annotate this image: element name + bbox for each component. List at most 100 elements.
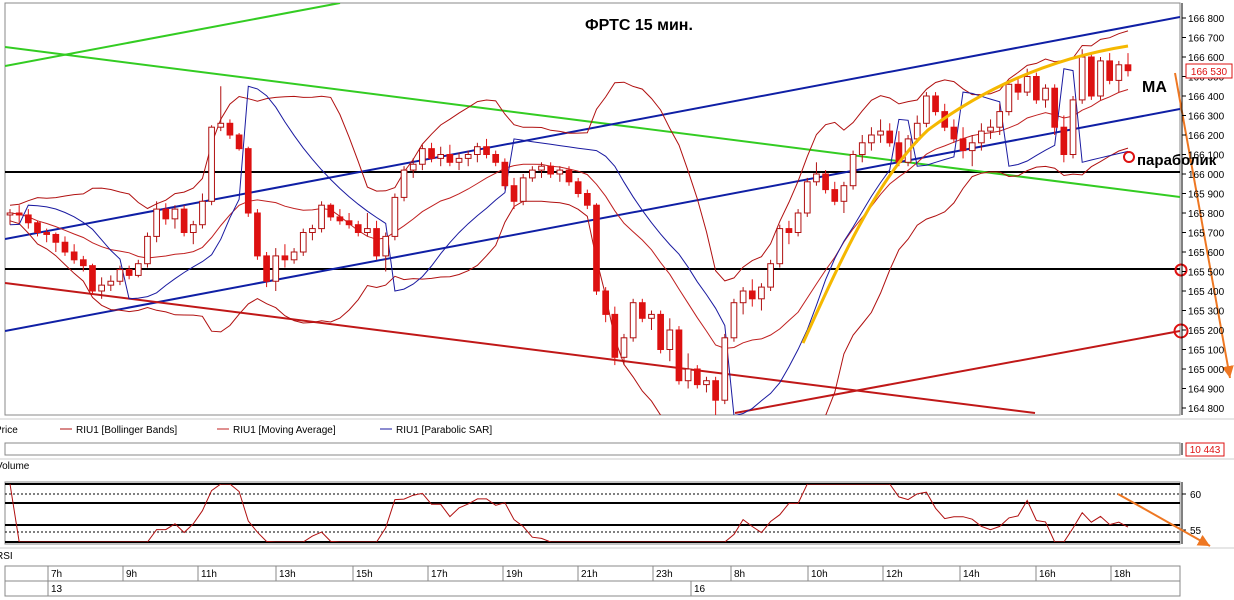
candle-bull [629, 302, 637, 339]
candle-bear [748, 290, 756, 300]
candle-bear [24, 214, 32, 224]
candle-bear [574, 181, 582, 195]
candle-bear [327, 204, 335, 218]
candle-bull [144, 235, 151, 265]
candle-bull [419, 148, 426, 165]
candle-bull [794, 212, 802, 233]
candle-bear [254, 212, 261, 257]
candle-bull [116, 269, 124, 282]
candle-bull [455, 157, 463, 163]
candle-bull [134, 263, 142, 276]
legend-bollinger: RIU1 [Bollinger Bands] [76, 425, 177, 436]
candle-bull [107, 280, 115, 286]
time-hour-label: 12h [886, 569, 903, 580]
candle-bull [400, 169, 408, 198]
candle-bull [1042, 87, 1049, 101]
candle-bull [309, 228, 316, 234]
candle-bull [217, 122, 225, 128]
candle-bull [684, 368, 692, 382]
time-hour-label: 21h [581, 569, 598, 580]
candle-bear [657, 313, 664, 350]
candle-bear [1124, 64, 1132, 72]
legend-bar: Price RIU1 [Bollinger Bands] RIU1 [Movin… [0, 418, 1234, 436]
candle-bull [868, 134, 875, 144]
candle-bear [583, 193, 591, 206]
price-tick-label: 165 400 [1188, 287, 1225, 298]
candle-bull [208, 126, 215, 202]
candle-bear [125, 269, 133, 276]
price-tick-label: 166 300 [1188, 112, 1225, 123]
time-hour-label: 7h [51, 569, 62, 580]
candle-bull [858, 142, 866, 156]
candle-bull [1078, 56, 1086, 101]
volume-label: Volume [0, 461, 30, 472]
candle-bear [638, 302, 646, 319]
candle-bear [336, 216, 344, 222]
price-tick-label: 165 500 [1188, 268, 1225, 279]
candle-bear [263, 255, 270, 282]
candle-bear [483, 146, 490, 155]
candle-bear [886, 130, 894, 144]
candle-bear [785, 228, 793, 234]
candle-bear [822, 173, 829, 191]
candle-bear [611, 313, 619, 358]
candle-bear [43, 232, 50, 235]
candle-bull [877, 130, 884, 136]
rsi-tick-60: 60 [1190, 490, 1202, 501]
candle-bear [70, 251, 78, 261]
time-hour-label: 10h [811, 569, 828, 580]
time-hour-label: 19h [506, 569, 523, 580]
candle-bull [721, 337, 729, 401]
candle-bear [602, 290, 609, 315]
candle-bull [1069, 99, 1077, 155]
time-hour-label: 17h [431, 569, 448, 580]
price-tick-label: 166 700 [1188, 34, 1225, 45]
candle-bull [299, 232, 307, 253]
candle-bull [620, 337, 628, 358]
candle-bull [290, 251, 298, 261]
price-tick-label: 165 000 [1188, 365, 1225, 376]
candle-bull [996, 111, 1004, 128]
candle-bull [1005, 83, 1013, 113]
time-day-label: 16 [694, 584, 706, 595]
candle-bull [968, 142, 976, 152]
price-tick-label: 166 200 [1188, 131, 1225, 142]
candle-bull [437, 154, 445, 159]
candle-bear [89, 265, 96, 292]
candle-bear [446, 154, 454, 163]
price-tick-label: 165 700 [1188, 229, 1225, 240]
price-tick-label: 164 900 [1188, 385, 1225, 396]
time-hour-label: 23h [656, 569, 673, 580]
candle-bear [345, 220, 353, 226]
candle-bear [1106, 60, 1114, 81]
price-tick-label: 166 800 [1188, 14, 1225, 25]
candle-bear [1060, 126, 1068, 155]
candle-bull [648, 313, 655, 319]
time-axis: 7h 9h 11h 13h 15h 17h 19h 21h 23h 8h 10h 12h 14h 16h 1… [4, 565, 1181, 597]
candle-bull [913, 122, 921, 140]
candle-bear [1051, 87, 1059, 128]
candle-bull [318, 204, 325, 230]
candle-bear [501, 161, 509, 187]
candle-bear [235, 134, 243, 150]
candle-bear [831, 189, 839, 202]
candle-bear [1014, 83, 1022, 93]
legend-ma: RIU1 [Moving Average] [233, 425, 336, 436]
time-hour-label: 18h [1114, 569, 1131, 580]
candle-bull [171, 208, 179, 220]
candle-bull [474, 146, 481, 155]
candle-bear [244, 148, 252, 214]
price-tick-label: 165 900 [1188, 190, 1225, 201]
current-price-label: 166 530 [1191, 67, 1228, 78]
time-day-label: 13 [51, 584, 63, 595]
candle-bear [428, 148, 435, 159]
time-hour-label: 16h [1039, 569, 1056, 580]
price-tick-label: 165 300 [1188, 307, 1225, 318]
candle-bear [34, 222, 41, 233]
volume-value: 10 443 [1190, 445, 1221, 456]
time-hour-label: 11h [201, 569, 217, 580]
candle-bear [61, 241, 69, 253]
candle-bear [1033, 76, 1040, 101]
candle-bull [529, 169, 536, 179]
time-hour-label: 14h [963, 569, 980, 580]
